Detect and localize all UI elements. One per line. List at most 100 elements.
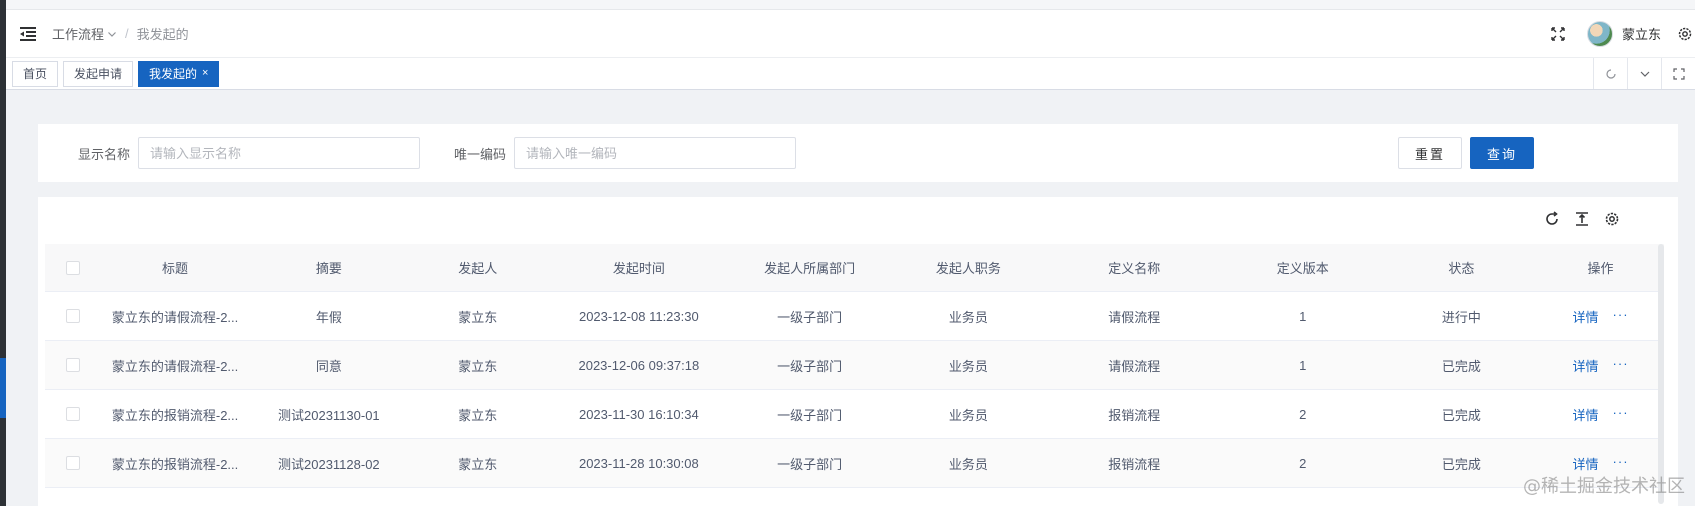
detail-link[interactable]: 详情 xyxy=(1573,405,1599,424)
display-name-input[interactable] xyxy=(138,137,421,169)
col-time: 发起时间 xyxy=(612,261,665,276)
cell-time: 2023-11-28 10:30:08 xyxy=(578,455,699,471)
row-checkbox[interactable] xyxy=(66,358,81,372)
cell-job: 业务员 xyxy=(948,309,988,325)
tag-my-initiated[interactable]: 我发起的 × xyxy=(138,60,220,87)
detail-link[interactable]: 详情 xyxy=(1573,454,1599,473)
cell-initiator: 蒙立东 xyxy=(458,309,498,325)
cell-summary: 测试20231130-01 xyxy=(278,407,380,423)
collapse-icon[interactable] xyxy=(1572,209,1592,229)
tags-actions xyxy=(1593,58,1695,89)
cell-initiator: 蒙立东 xyxy=(458,407,498,423)
breadcrumb-parent[interactable]: 工作流程 xyxy=(52,24,104,43)
col-dept: 发起人所属部门 xyxy=(764,261,856,276)
cell-actions: 详情 ··· xyxy=(1537,454,1664,473)
cell-version: 2 xyxy=(1299,406,1307,422)
expand-icon[interactable] xyxy=(1661,58,1695,89)
cell-job: 业务员 xyxy=(948,358,988,374)
col-initiator: 发起人 xyxy=(458,261,498,276)
cell-time: 2023-11-30 16:10:34 xyxy=(578,406,699,422)
col-def-name: 定义名称 xyxy=(1108,261,1161,276)
tags-bar: 首页 发起申请 我发起的 × xyxy=(6,58,1695,90)
col-title: 标题 xyxy=(162,261,189,276)
more-icon[interactable]: ··· xyxy=(1613,356,1629,375)
tag-label: 发起申请 xyxy=(74,67,123,81)
tag-home[interactable]: 首页 xyxy=(12,60,59,87)
cell-status: 已完成 xyxy=(1441,358,1481,374)
cell-title: 蒙立东的报销流程-2... xyxy=(111,407,239,423)
col-version: 定义版本 xyxy=(1276,261,1329,276)
row-checkbox[interactable] xyxy=(66,309,81,323)
cell-dept: 一级子部门 xyxy=(777,407,843,423)
cell-dept: 一级子部门 xyxy=(777,309,843,325)
more-icon[interactable]: ··· xyxy=(1613,405,1629,424)
process-table: 标题 摘要 发起人 发起时间 发起人所属部门 发起人职务 定义名称 定义版本 状… xyxy=(45,244,1664,488)
row-checkbox[interactable] xyxy=(66,407,81,421)
cell-dept: 一级子部门 xyxy=(777,358,843,374)
cell-actions: 详情 ··· xyxy=(1537,307,1664,326)
cell-actions: 详情 ··· xyxy=(1537,356,1664,375)
col-actions: 操作 xyxy=(1587,261,1614,276)
table-header: 标题 摘要 发起人 发起时间 发起人所属部门 发起人职务 定义名称 定义版本 状… xyxy=(45,244,1664,292)
name-label: 显示名称 xyxy=(78,146,131,162)
row-checkbox[interactable] xyxy=(66,456,81,470)
breadcrumb-current: 我发起的 xyxy=(136,27,189,42)
chevron-down-icon[interactable] xyxy=(107,29,117,39)
code-label: 唯一编码 xyxy=(454,146,507,162)
breadcrumb: 工作流程 / 我发起的 xyxy=(52,24,189,43)
cell-initiator: 蒙立东 xyxy=(458,456,498,472)
row-checkbox-cell xyxy=(45,358,102,372)
avatar[interactable] xyxy=(1586,20,1613,47)
cell-status: 已完成 xyxy=(1441,456,1481,472)
cell-summary: 同意 xyxy=(315,358,342,374)
cell-title: 蒙立东的请假流程-2... xyxy=(111,358,239,374)
cell-title: 蒙立东的报销流程-2... xyxy=(111,456,239,472)
sidebar-active-indicator xyxy=(0,358,6,418)
column-settings-icon[interactable] xyxy=(1602,209,1622,229)
more-icon[interactable]: ··· xyxy=(1613,307,1629,326)
cell-job: 业务员 xyxy=(948,407,988,423)
table-card: 标题 摘要 发起人 发起时间 发起人所属部门 发起人职务 定义名称 定义版本 状… xyxy=(38,197,1678,506)
cell-time: 2023-12-06 09:37:18 xyxy=(578,357,700,373)
cell-job: 业务员 xyxy=(948,456,988,472)
navbar: 工作流程 / 我发起的 蒙立东 xyxy=(6,10,1695,58)
tag-apply[interactable]: 发起申请 xyxy=(63,60,134,87)
cell-actions: 详情 ··· xyxy=(1537,405,1664,424)
close-icon[interactable]: × xyxy=(202,68,208,79)
col-summary: 摘要 xyxy=(315,261,342,276)
cell-version: 1 xyxy=(1299,357,1307,373)
more-icon[interactable]: ··· xyxy=(1613,454,1629,473)
select-all-checkbox[interactable] xyxy=(66,260,81,275)
row-checkbox-cell xyxy=(45,309,102,323)
cell-time: 2023-12-08 11:23:30 xyxy=(578,308,699,324)
table-row: 蒙立东的报销流程-2... 测试20231130-01 蒙立东 2023-11-… xyxy=(45,390,1664,439)
cell-def-name: 报销流程 xyxy=(1108,456,1161,472)
detail-link[interactable]: 详情 xyxy=(1573,307,1599,326)
table-row: 蒙立东的请假流程-2... 同意 蒙立东 2023-12-06 09:37:18… xyxy=(45,341,1664,390)
fullscreen-icon[interactable] xyxy=(1545,21,1571,47)
col-status: 状态 xyxy=(1448,261,1475,276)
tag-label: 首页 xyxy=(23,67,48,81)
tag-label: 我发起的 xyxy=(149,67,198,81)
detail-link[interactable]: 详情 xyxy=(1573,356,1599,375)
table-scrollbar[interactable] xyxy=(1658,244,1664,504)
watermark: @稀土掘金技术社区 xyxy=(1523,476,1685,497)
unique-code-input[interactable] xyxy=(514,137,797,169)
col-job: 发起人职务 xyxy=(935,261,1001,276)
query-button[interactable]: 查询 xyxy=(1470,137,1534,169)
cell-summary: 测试20231128-02 xyxy=(278,456,380,472)
cell-def-name: 报销流程 xyxy=(1108,407,1161,423)
username[interactable]: 蒙立东 xyxy=(1622,24,1661,43)
breadcrumb-separator: / xyxy=(125,26,129,41)
reset-button[interactable]: 重置 xyxy=(1398,137,1462,169)
refresh-tab-icon[interactable] xyxy=(1593,58,1627,89)
cell-status: 进行中 xyxy=(1441,309,1481,325)
cell-title: 蒙立东的请假流程-2... xyxy=(111,309,239,325)
table-toolbar xyxy=(1542,209,1622,229)
settings-icon[interactable] xyxy=(1675,24,1695,44)
refresh-icon[interactable] xyxy=(1542,209,1562,229)
row-checkbox-cell xyxy=(45,456,102,470)
chevron-down-icon[interactable] xyxy=(1627,58,1661,89)
hamburger-icon[interactable] xyxy=(18,24,38,44)
table-row: 蒙立东的报销流程-2... 测试20231128-02 蒙立东 2023-11-… xyxy=(45,439,1664,488)
